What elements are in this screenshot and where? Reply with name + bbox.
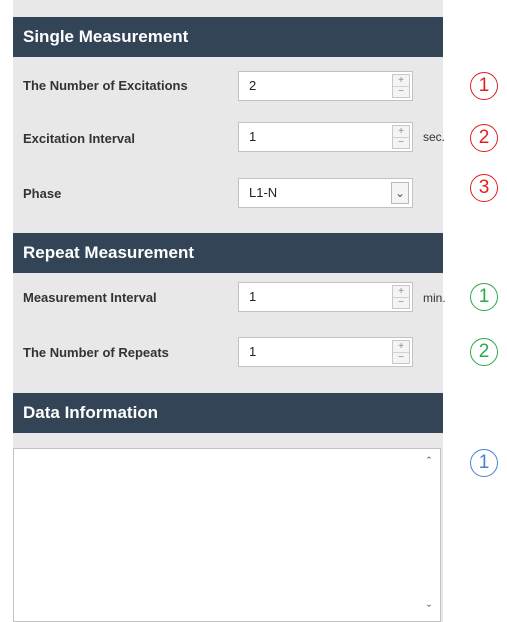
phase-label: Phase (23, 186, 62, 201)
decrement-button[interactable]: − (393, 86, 409, 97)
decrement-button[interactable]: − (393, 137, 409, 148)
chevron-up-icon[interactable]: ˆ (422, 455, 436, 469)
single-measurement-header: Single Measurement (13, 17, 443, 57)
measurement-interval-spinbox[interactable]: 1 + − (238, 282, 413, 312)
marker-red-3: 3 (470, 174, 498, 202)
marker-green-2: 2 (470, 338, 498, 366)
data-information-textarea[interactable]: ˆ ˇ (13, 448, 441, 622)
phase-select[interactable]: L1-N ⌄ (238, 178, 413, 208)
excitations-spinbox[interactable]: 2 + − (238, 71, 413, 101)
excitations-value[interactable]: 2 (249, 72, 256, 100)
decrement-button[interactable]: − (393, 297, 409, 308)
chevron-down-icon[interactable]: ⌄ (391, 182, 409, 204)
measurement-interval-stepper: + − (392, 285, 410, 309)
measurement-interval-value[interactable]: 1 (249, 283, 256, 311)
measurement-interval-unit: min. (423, 291, 446, 305)
marker-red-2: 2 (470, 124, 498, 152)
decrement-button[interactable]: − (393, 352, 409, 363)
excitation-interval-spinbox[interactable]: 1 + − (238, 122, 413, 152)
marker-green-1: 1 (470, 283, 498, 311)
excitation-interval-unit: sec. (423, 130, 446, 144)
excitation-interval-value[interactable]: 1 (249, 123, 256, 151)
excitations-label: The Number of Excitations (23, 78, 188, 93)
chevron-down-icon[interactable]: ˇ (422, 603, 436, 617)
measurement-interval-label: Measurement Interval (23, 290, 157, 305)
repeats-label: The Number of Repeats (23, 345, 169, 360)
data-information-header: Data Information (13, 393, 443, 433)
excitation-interval-stepper: + − (392, 125, 410, 149)
settings-panel: Single Measurement The Number of Excitat… (13, 0, 446, 622)
repeats-stepper: + − (392, 340, 410, 364)
repeats-spinbox[interactable]: 1 + − (238, 337, 413, 367)
repeats-value[interactable]: 1 (249, 338, 256, 366)
repeat-measurement-header: Repeat Measurement (13, 233, 443, 273)
marker-red-1: 1 (470, 72, 498, 100)
excitation-interval-label: Excitation Interval (23, 131, 135, 146)
excitations-stepper: + − (392, 74, 410, 98)
phase-value[interactable]: L1-N (249, 179, 277, 207)
marker-blue-1: 1 (470, 449, 498, 477)
